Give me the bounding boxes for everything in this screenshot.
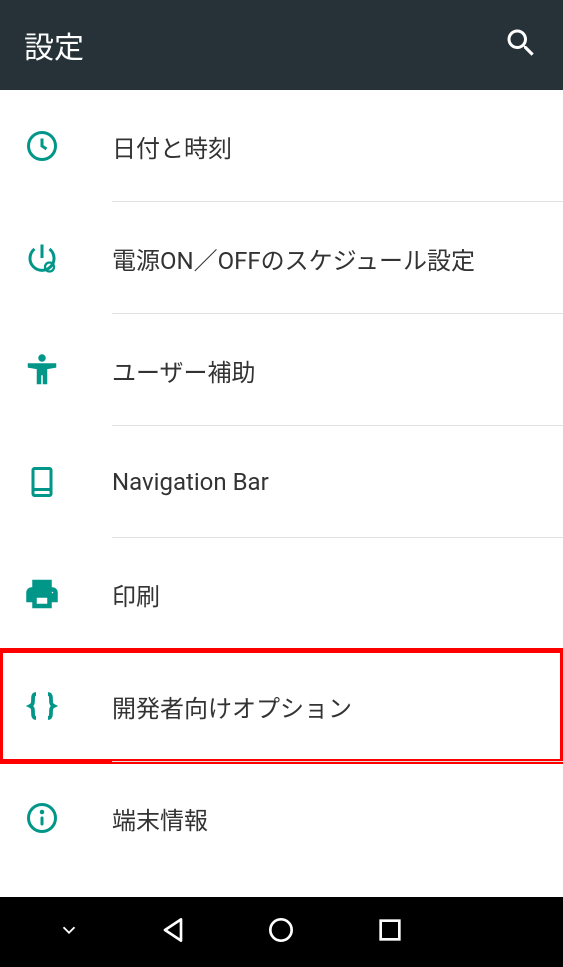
settings-item-power-schedule[interactable]: 電源ON／OFFのスケジュール設定	[0, 202, 563, 314]
chevron-down-icon[interactable]	[58, 919, 80, 945]
settings-item-accessibility[interactable]: ユーザー補助	[0, 314, 563, 426]
settings-item-label: 端末情報	[112, 801, 208, 836]
home-button[interactable]	[265, 914, 297, 950]
settings-item-datetime[interactable]: 日付と時刻	[0, 90, 563, 202]
page-title: 設定	[24, 23, 503, 67]
settings-item-label: ユーザー補助	[112, 353, 256, 388]
appbar: 設定	[0, 0, 563, 90]
settings-list: 日付と時刻 電源ON／OFFのスケジュール設定 ユーザー補助 Navigatio…	[0, 90, 563, 897]
settings-item-developer-options[interactable]: 開発者向けオプション	[0, 650, 563, 762]
search-icon[interactable]	[503, 25, 539, 65]
settings-item-label: 電源ON／OFFのスケジュール設定	[112, 241, 475, 276]
settings-item-print[interactable]: 印刷	[0, 538, 563, 650]
settings-item-label: 印刷	[112, 577, 160, 612]
settings-item-label: 日付と時刻	[112, 129, 232, 164]
settings-item-label: 開発者向けオプション	[112, 689, 352, 724]
settings-screen: 設定 日付と時刻 電源ON／OFFのスケジュール設定 ユーザー補助	[0, 0, 563, 967]
power-schedule-icon	[24, 240, 112, 276]
printer-icon	[24, 576, 112, 612]
braces-icon	[24, 688, 112, 724]
settings-item-navbar[interactable]: Navigation Bar	[0, 426, 563, 538]
clock-icon	[24, 128, 112, 164]
accessibility-icon	[24, 352, 112, 388]
info-icon	[24, 800, 112, 836]
back-button[interactable]	[157, 914, 189, 950]
settings-item-label: Navigation Bar	[112, 468, 269, 496]
recents-button[interactable]	[374, 914, 406, 950]
settings-item-about[interactable]: 端末情報	[0, 762, 563, 874]
tablet-icon	[24, 464, 112, 500]
navigation-bar	[0, 897, 563, 967]
